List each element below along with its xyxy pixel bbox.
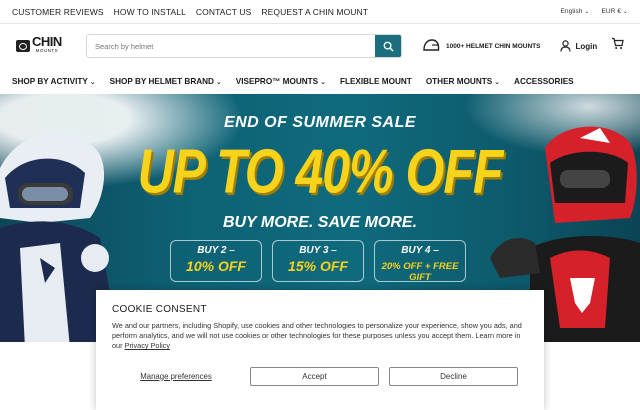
helmet-count-badge[interactable]: 1000+ HELMET CHIN MOUNTS xyxy=(422,39,540,53)
cookie-body-text: We and our partners, including Shopify, … xyxy=(112,321,522,351)
camera-logo-icon xyxy=(16,40,30,52)
search-bar xyxy=(86,34,402,58)
logo-subtext: MOUNTS xyxy=(35,48,59,53)
hero-headline: UP TO 40% OFF xyxy=(137,136,504,206)
request-chin-mount-link[interactable]: REQUEST A CHIN MOUNT xyxy=(261,7,368,17)
login-label: Login xyxy=(575,41,598,51)
cart-button[interactable] xyxy=(611,37,624,55)
offer-qty: BUY 4 – xyxy=(401,245,439,256)
privacy-policy-link[interactable]: Privacy Policy xyxy=(125,341,170,350)
contact-us-link[interactable]: CONTACT US xyxy=(196,7,251,17)
search-input[interactable] xyxy=(87,35,375,57)
nav-visepro-mounts[interactable]: VISEPRO™ MOUNTS xyxy=(236,77,326,86)
offer-qty: BUY 2 – xyxy=(197,245,235,256)
language-selector[interactable]: English xyxy=(561,8,590,15)
nav-shop-by-activity[interactable]: SHOP BY ACTIVITY xyxy=(12,77,96,86)
utility-bar: CUSTOMER REVIEWS HOW TO INSTALL CONTACT … xyxy=(0,0,640,24)
how-to-install-link[interactable]: HOW TO INSTALL xyxy=(114,7,186,17)
cookie-consent-dialog: COOKIE CONSENT We and our partners, incl… xyxy=(96,290,544,410)
helmet-count-text: 1000+ HELMET CHIN MOUNTS xyxy=(446,42,541,50)
decline-button[interactable]: Decline xyxy=(389,366,518,386)
site-header: CHIN MOUNTS 1000+ HELMET CHIN MOUNTS Log… xyxy=(0,24,640,68)
manage-preferences-link[interactable]: Manage preferences xyxy=(112,372,240,381)
nav-shop-by-helmet-brand[interactable]: SHOP BY HELMET BRAND xyxy=(110,77,222,86)
currency-selector[interactable]: EUR € xyxy=(601,8,628,15)
cart-icon xyxy=(612,37,624,49)
login-link[interactable]: Login xyxy=(560,40,597,52)
offer-buy-4: BUY 4 – 20% OFF + FREE GIFT xyxy=(374,240,466,283)
cookie-body: We and our partners, including Shopify, … xyxy=(112,321,528,352)
offer-group: BUY 2 – 10% OFF BUY 3 – 15% OFF BUY 4 – … xyxy=(170,240,466,283)
hero-title: END OF SUMMER SALE xyxy=(223,114,417,131)
offer-buy-2: BUY 2 – 10% OFF xyxy=(170,240,262,282)
search-icon xyxy=(383,41,394,52)
offer-deal: 15% OFF xyxy=(288,258,348,274)
nav-accessories[interactable]: ACCESSORIES xyxy=(514,77,574,86)
cookie-actions: Manage preferences Accept Decline xyxy=(112,366,528,386)
helmet-icon xyxy=(423,39,440,51)
user-icon xyxy=(560,40,572,52)
hero-subline: BUY MORE. SAVE MORE. xyxy=(222,214,418,231)
site-logo[interactable]: CHIN MOUNTS xyxy=(16,35,86,55)
offer-deal: 10% OFF xyxy=(186,258,246,274)
offer-deal: 20% OFF + FREE GIFT xyxy=(381,261,459,283)
offer-qty: BUY 3 – xyxy=(299,245,337,256)
search-button[interactable] xyxy=(375,35,401,57)
utility-links: CUSTOMER REVIEWS HOW TO INSTALL CONTACT … xyxy=(12,7,368,17)
nav-flexible-mount[interactable]: FLEXIBLE MOUNT xyxy=(340,77,412,86)
customer-reviews-link[interactable]: CUSTOMER REVIEWS xyxy=(12,7,104,17)
accept-button[interactable]: Accept xyxy=(250,366,379,386)
nav-other-mounts[interactable]: OTHER MOUNTS xyxy=(426,77,500,86)
cookie-title: COOKIE CONSENT xyxy=(112,304,207,315)
offer-buy-3: BUY 3 – 15% OFF xyxy=(272,240,364,282)
main-nav: SHOP BY ACTIVITY SHOP BY HELMET BRAND VI… xyxy=(0,68,640,94)
locale-selectors: English EUR € xyxy=(561,8,629,15)
